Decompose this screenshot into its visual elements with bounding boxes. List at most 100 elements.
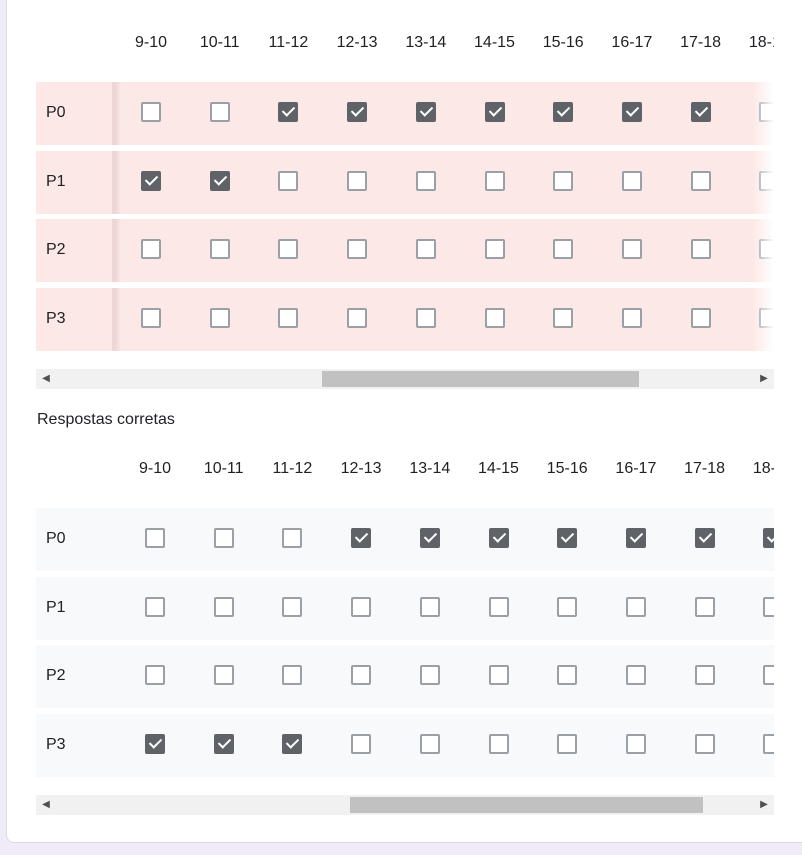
grid-checkbox[interactable]	[553, 239, 574, 259]
grid-checkbox[interactable]	[278, 171, 299, 191]
grid-row-p3: P3	[36, 288, 774, 351]
row-label: P3	[46, 310, 66, 327]
grid-checkbox[interactable]	[282, 734, 303, 754]
grid-checkbox[interactable]	[557, 528, 578, 548]
column-header: 9-10 10-11 11-12 12-13 13-14 14-15 15-16 16-17 1…	[36, 30, 774, 60]
grid-checkbox[interactable]	[415, 102, 436, 122]
grid-checkbox[interactable]	[763, 597, 774, 617]
grid-checkbox[interactable]	[347, 239, 368, 259]
grid-checkbox[interactable]	[625, 734, 646, 754]
column-label: 15-16	[546, 460, 588, 477]
grid-checkbox[interactable]	[690, 171, 711, 191]
grid-checkbox[interactable]	[278, 308, 299, 328]
grid-checkbox[interactable]	[209, 102, 230, 122]
grid-checkbox[interactable]	[351, 665, 372, 685]
grid-checkbox[interactable]	[557, 734, 578, 754]
grid-checkbox[interactable]	[488, 597, 509, 617]
grid-checkbox[interactable]	[213, 665, 234, 685]
grid-checkbox[interactable]	[141, 308, 161, 328]
grid-checkbox[interactable]	[213, 528, 234, 548]
grid-checkbox[interactable]	[141, 102, 161, 122]
grid-checkbox[interactable]	[209, 171, 230, 191]
column-label: 9-10	[134, 34, 168, 51]
grid-checkbox[interactable]	[484, 308, 505, 328]
grid-checkbox[interactable]	[419, 528, 440, 548]
grid-checkbox[interactable]	[282, 528, 303, 548]
grid-checkbox[interactable]	[213, 734, 234, 754]
grid-checkbox[interactable]	[488, 665, 509, 685]
grid-checkbox[interactable]	[415, 171, 436, 191]
grid-checkbox[interactable]	[351, 528, 372, 548]
grid-checkbox[interactable]	[484, 102, 505, 122]
grid-checkbox[interactable]	[694, 597, 715, 617]
triangle-left-icon[interactable]: ◀	[38, 795, 54, 815]
grid-checkbox[interactable]	[278, 239, 299, 259]
grid-checkbox[interactable]	[625, 597, 646, 617]
grid-checkbox[interactable]	[488, 528, 509, 548]
column-label: 12-13	[336, 34, 378, 51]
grid-checkbox[interactable]	[209, 308, 230, 328]
grid-checkbox[interactable]	[553, 308, 574, 328]
grid-checkbox[interactable]	[694, 734, 715, 754]
column-label: 12-13	[340, 460, 382, 477]
grid-checkbox[interactable]	[278, 102, 299, 122]
grid-checkbox[interactable]	[347, 171, 368, 191]
grid-checkbox[interactable]	[282, 665, 303, 685]
row-label: P1	[46, 599, 66, 616]
grid-checkbox[interactable]	[209, 239, 230, 259]
row-fade-overlay	[752, 82, 774, 145]
grid-checkbox[interactable]	[415, 239, 436, 259]
grid-checkbox[interactable]	[621, 102, 642, 122]
triangle-right-icon[interactable]: ▶	[756, 795, 772, 815]
grid-checkbox[interactable]	[282, 597, 303, 617]
grid-checkbox[interactable]	[625, 528, 646, 548]
grid-checkbox[interactable]	[694, 528, 715, 548]
triangle-left-icon[interactable]: ◀	[38, 369, 54, 389]
grid-checkbox[interactable]	[351, 734, 372, 754]
grid-checkbox[interactable]	[484, 171, 505, 191]
grid-checkbox[interactable]	[621, 239, 642, 259]
grid-checkbox[interactable]	[553, 102, 574, 122]
grid-checkbox[interactable]	[763, 734, 774, 754]
row-label: P1	[46, 173, 66, 190]
scrollbar-thumb[interactable]	[322, 371, 639, 387]
correct-answers-grid: 9-10 10-11 11-12 12-13 13-14 14-15 15-16 16-17 1…	[36, 456, 774, 781]
grid-checkbox[interactable]	[488, 734, 509, 754]
triangle-right-icon[interactable]: ▶	[756, 369, 772, 389]
grid-checkbox[interactable]	[145, 597, 165, 617]
grid-checkbox[interactable]	[621, 308, 642, 328]
grid-row-p1: P1	[36, 151, 774, 214]
grid-checkbox[interactable]	[694, 665, 715, 685]
grid-checkbox[interactable]	[347, 308, 368, 328]
grid-checkbox[interactable]	[557, 665, 578, 685]
grid-checkbox[interactable]	[763, 528, 774, 548]
grid-checkbox[interactable]	[557, 597, 578, 617]
row-label: P2	[46, 667, 66, 684]
scrollbar-thumb[interactable]	[350, 797, 703, 813]
grid-checkbox[interactable]	[145, 528, 165, 548]
grid-checkbox[interactable]	[553, 171, 574, 191]
grid-checkbox[interactable]	[419, 597, 440, 617]
grid-checkbox[interactable]	[484, 239, 505, 259]
column-label: 14-15	[474, 34, 515, 51]
grid-checkbox[interactable]	[415, 308, 436, 328]
grid-checkbox[interactable]	[625, 665, 646, 685]
row-label: P0	[46, 530, 66, 547]
correct-grid-scrollbar[interactable]: ◀ ▶	[36, 795, 774, 815]
response-grid-scrollbar[interactable]: ◀ ▶	[36, 369, 774, 389]
grid-checkbox[interactable]	[141, 171, 161, 191]
grid-checkbox[interactable]	[621, 171, 642, 191]
grid-checkbox[interactable]	[145, 734, 165, 754]
grid-checkbox[interactable]	[347, 102, 368, 122]
grid-checkbox[interactable]	[213, 597, 234, 617]
grid-checkbox[interactable]	[690, 239, 711, 259]
grid-checkbox[interactable]	[690, 308, 711, 328]
grid-checkbox[interactable]	[419, 665, 440, 685]
column-label: 13-14	[409, 460, 451, 477]
grid-checkbox[interactable]	[145, 665, 165, 685]
grid-checkbox[interactable]	[141, 239, 161, 259]
grid-checkbox[interactable]	[763, 665, 774, 685]
grid-checkbox[interactable]	[351, 597, 372, 617]
grid-checkbox[interactable]	[690, 102, 711, 122]
grid-checkbox[interactable]	[419, 734, 440, 754]
